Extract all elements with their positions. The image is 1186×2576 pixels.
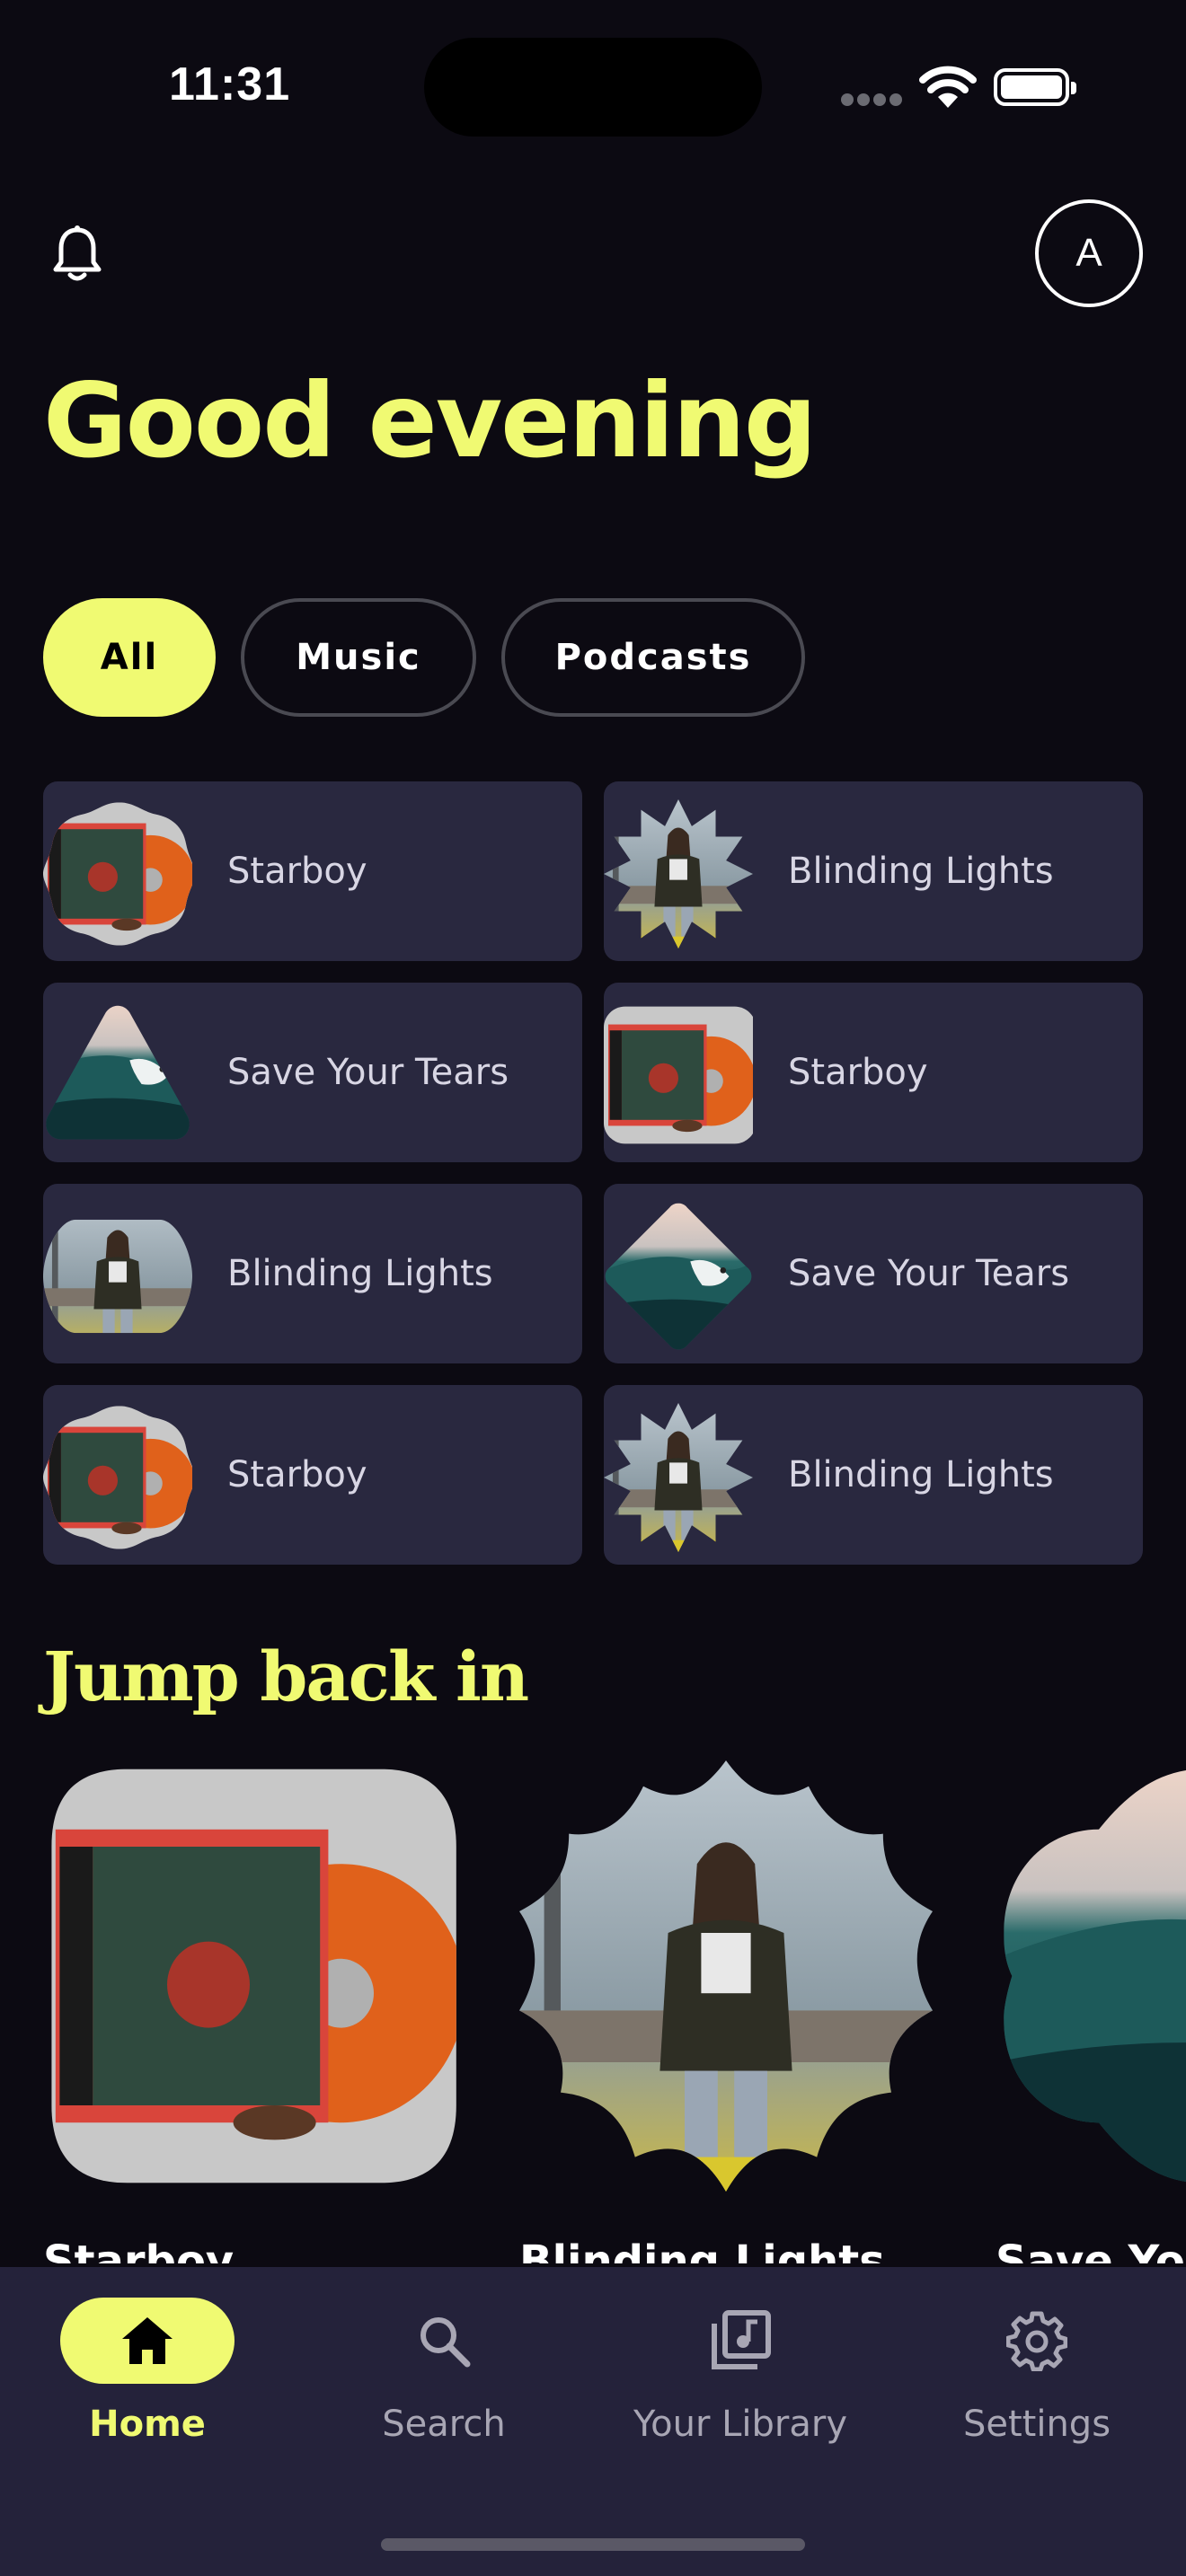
quick-pick-tile[interactable]: Blinding Lights bbox=[604, 781, 1143, 961]
quick-pick-label: Save Your Tears bbox=[227, 1052, 509, 1093]
album-art bbox=[51, 1769, 456, 2183]
status-time: 11:31 bbox=[169, 58, 291, 110]
nav-label: Your Library bbox=[633, 2404, 847, 2445]
jump-back-in-card[interactable]: Save Your Tears bbox=[996, 1760, 1186, 2263]
page-title: Good evening bbox=[43, 361, 817, 481]
album-art bbox=[43, 1219, 192, 1334]
nav-search[interactable]: Search bbox=[309, 2298, 579, 2477]
filter-chips: All Music Podcasts bbox=[43, 598, 805, 717]
chip-all[interactable]: All bbox=[43, 598, 216, 717]
quick-pick-label: Starboy bbox=[227, 1454, 367, 1495]
library-icon bbox=[712, 2310, 771, 2369]
dynamic-island bbox=[424, 38, 762, 137]
album-art bbox=[43, 802, 192, 946]
nav-home[interactable]: Home bbox=[13, 2298, 282, 2477]
profile-avatar[interactable]: A bbox=[1035, 199, 1143, 307]
album-art bbox=[604, 1403, 753, 1552]
album-art bbox=[43, 1406, 192, 1549]
album-art bbox=[1004, 1769, 1186, 2183]
chip-podcasts[interactable]: Podcasts bbox=[501, 598, 805, 717]
quick-pick-tile[interactable]: Starboy bbox=[43, 781, 582, 961]
jump-back-in-card[interactable]: Blinding Lights bbox=[519, 1760, 933, 2263]
home-icon bbox=[122, 2317, 173, 2364]
nav-settings[interactable]: Settings bbox=[902, 2298, 1172, 2477]
quick-pick-tile[interactable]: Blinding Lights bbox=[604, 1385, 1143, 1565]
quick-picks-grid: Starboy Blinding Lights Save Your Tears … bbox=[43, 781, 1143, 1565]
album-art bbox=[519, 1760, 933, 2192]
quick-pick-tile[interactable]: Blinding Lights bbox=[43, 1184, 582, 1363]
battery-icon bbox=[994, 68, 1076, 106]
quick-pick-label: Blinding Lights bbox=[788, 1454, 1054, 1495]
quick-pick-tile[interactable]: Starboy bbox=[43, 1385, 582, 1565]
notifications-bell-icon[interactable] bbox=[50, 225, 104, 284]
album-art bbox=[604, 1006, 753, 1144]
album-art bbox=[605, 1203, 752, 1350]
nav-label: Search bbox=[382, 2404, 506, 2445]
bottom-navigation: Home Search Your Library Settings bbox=[0, 2267, 1186, 2576]
settings-icon bbox=[1006, 2311, 1067, 2371]
jump-back-in-card[interactable]: Starboy bbox=[43, 1760, 456, 2263]
status-bar: 11:31 bbox=[0, 0, 1186, 171]
album-art bbox=[46, 1005, 190, 1140]
album-art bbox=[604, 799, 753, 948]
section-title-jump-back-in: Jump back in bbox=[43, 1636, 529, 1716]
quick-pick-tile[interactable]: Save Your Tears bbox=[604, 1184, 1143, 1363]
home-indicator bbox=[381, 2538, 805, 2551]
card-title: Save Your Tears bbox=[996, 2236, 1186, 2263]
quick-pick-label: Save Your Tears bbox=[788, 1253, 1070, 1294]
chip-music[interactable]: Music bbox=[241, 598, 476, 717]
quick-pick-label: Starboy bbox=[788, 1052, 928, 1093]
card-title: Starboy bbox=[43, 2236, 235, 2263]
nav-library[interactable]: Your Library bbox=[606, 2298, 875, 2477]
cellular-signal-icon bbox=[841, 93, 902, 106]
quick-pick-label: Blinding Lights bbox=[227, 1253, 493, 1294]
jump-back-in-carousel[interactable]: Starboy Blinding Lights Save Your Tears bbox=[0, 1760, 1186, 2263]
search-icon bbox=[420, 2317, 471, 2368]
quick-pick-label: Starboy bbox=[227, 851, 367, 892]
wifi-icon bbox=[919, 66, 977, 108]
quick-pick-tile[interactable]: Starboy bbox=[604, 983, 1143, 1162]
quick-pick-label: Blinding Lights bbox=[788, 851, 1054, 892]
nav-label: Settings bbox=[962, 2404, 1111, 2445]
quick-pick-tile[interactable]: Save Your Tears bbox=[43, 983, 582, 1162]
card-title: Blinding Lights bbox=[519, 2236, 885, 2263]
nav-label: Home bbox=[89, 2404, 206, 2445]
